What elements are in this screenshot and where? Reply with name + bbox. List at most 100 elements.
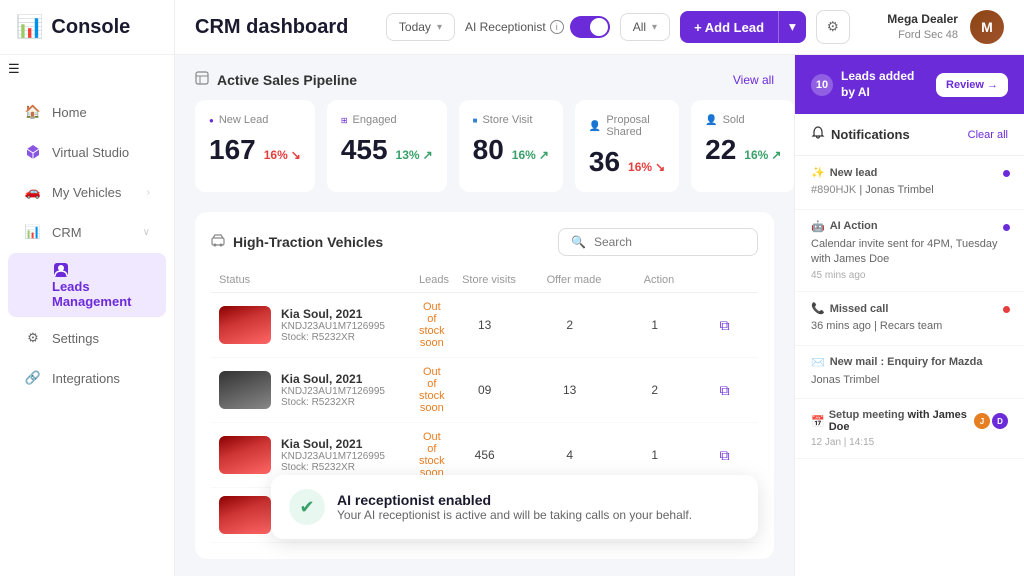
external-link-icon[interactable]: ⧉ [720, 447, 730, 463]
vehicles-section: High-Traction Vehicles 🔍 Status Leads St… [195, 212, 774, 559]
settings-icon: ⚙ [24, 329, 42, 347]
main-content: CRM dashboard Today ▾ AI Receptionist i [175, 0, 1024, 576]
pipeline-card-store-visit: ■ Store Visit 80 16% ↗ [459, 100, 563, 192]
virtual-studio-icon [24, 143, 42, 161]
sidebar-item-settings[interactable]: ⚙ Settings [8, 319, 166, 357]
gear-icon: ⚙ [827, 19, 839, 35]
sold-change: 16% ↗ [744, 148, 781, 162]
vehicle-vin: KNDJ23AU1M7126995 [281, 386, 385, 397]
store-visits-count: 4 [525, 448, 615, 462]
header-controls: Today ▾ AI Receptionist i All ▾ [386, 10, 850, 44]
ai-icon: 🤖 [811, 220, 825, 233]
arrow-up-icon: ↗ [423, 148, 433, 162]
vehicles-header: High-Traction Vehicles 🔍 [211, 228, 758, 256]
today-filter-button[interactable]: Today ▾ [386, 13, 455, 41]
settings-button[interactable]: ⚙ [816, 10, 850, 44]
all-label: All [633, 20, 646, 34]
page-title: CRM dashboard [195, 16, 348, 39]
vehicle-info: Kia Soul, 2021 KNDJ23AU1M7126995 Stock: … [219, 371, 419, 409]
out-of-stock-badge: Out of stock soon [419, 366, 445, 414]
add-lead-dropdown-button[interactable]: ▾ [778, 11, 806, 43]
sidebar-item-label: My Vehicles [52, 185, 121, 200]
integrations-icon: 🔗 [24, 369, 42, 387]
vehicle-details: Kia Soul, 2021 KNDJ23AU1M7126995 Stock: … [281, 437, 385, 473]
engaged-value: 455 13% ↗ [341, 134, 433, 166]
sidebar-item-leads-management[interactable]: Leads Management [8, 253, 166, 317]
vehicle-icon [211, 234, 225, 251]
sidebar-item-my-vehicles[interactable]: 🚗 My Vehicles › [8, 173, 166, 211]
notification-item-missed-call: 📞 Missed call 36 mins ago | Recars team [795, 292, 1024, 345]
vehicles-title: High-Traction Vehicles [211, 234, 383, 251]
vehicle-status: Out of stock soon [419, 366, 445, 414]
sidebar-item-virtual-studio[interactable]: Virtual Studio [8, 133, 166, 171]
notification-type: ✉️ New mail : Enquiry for Mazda [811, 356, 1008, 369]
today-label: Today [399, 20, 431, 34]
leads-added-banner: 10 Leads added by AI Review → [795, 55, 1024, 114]
add-lead-button[interactable]: + Add Lead [680, 11, 778, 43]
leads-added-label: Leads added by AI [841, 69, 928, 100]
view-all-link[interactable]: View all [733, 73, 774, 87]
vehicle-stock: Stock: R5232XR [281, 397, 385, 408]
external-link-icon[interactable]: ⧉ [720, 317, 730, 333]
action-cell[interactable]: ⧉ [695, 317, 755, 334]
sidebar-item-home[interactable]: 🏠 Home [8, 93, 166, 131]
vehicle-details: Kia Soul, 2021 KNDJ23AU1M7126995 Stock: … [281, 372, 385, 408]
vehicle-stock: Stock: R5232XR [281, 332, 385, 343]
sidebar-item-label: Settings [52, 331, 99, 346]
checkmark-icon: ✔ [289, 489, 325, 525]
sidebar: 📊 Console ☰ 🏠 Home Virtual Studio [0, 0, 175, 576]
chevron-down-icon: ∨ [143, 227, 150, 238]
vehicle-name: Kia Soul, 2021 [281, 372, 385, 386]
table-row: Kia Soul, 2021 KNDJ23AU1M7126995 Stock: … [211, 293, 758, 358]
hamburger-button[interactable]: ☰ [0, 55, 174, 83]
search-input[interactable] [594, 235, 745, 249]
arrow-down-icon: ↘ [655, 160, 665, 174]
pipeline-card-proposal: 👤 Proposal Shared 36 16% ↘ [575, 100, 679, 192]
engaged-change: 13% ↗ [396, 148, 433, 162]
sidebar-item-integrations[interactable]: 🔗 Integrations [8, 359, 166, 397]
sidebar-item-label: Leads Management [52, 279, 131, 309]
arrow-up-icon: ↗ [539, 148, 549, 162]
proposal-dot-icon: 👤 [589, 121, 601, 132]
pipeline-title: Active Sales Pipeline [195, 71, 357, 88]
logo-area: 📊 Console [0, 0, 174, 55]
external-link-icon[interactable]: ⧉ [720, 382, 730, 398]
store-visit-dot-icon: ■ [473, 116, 478, 125]
vehicle-thumbnail [219, 496, 271, 534]
clear-all-button[interactable]: Clear all [968, 129, 1008, 141]
action-cell[interactable]: ⧉ [695, 382, 755, 399]
sold-dot-icon: 👤 [705, 115, 717, 126]
leads-count-badge: 10 [811, 74, 833, 96]
action-cell[interactable]: ⧉ [695, 447, 755, 464]
unread-dot-red [1003, 306, 1010, 313]
user-avatar[interactable]: M [970, 10, 1004, 44]
all-filter-button[interactable]: All ▾ [620, 13, 670, 41]
leads-count: 456 [445, 448, 525, 462]
toast-title: AI receptionist enabled [337, 492, 692, 508]
notification-text: #890HJK | Jonas Trimbel [811, 183, 1008, 198]
home-icon: 🏠 [24, 103, 42, 121]
notification-text: Calendar invite sent for 4PM, Tuesday wi… [811, 237, 1008, 268]
notification-time: 12 Jan | 14:15 [811, 437, 1008, 448]
col-store-visits: Store visits [449, 274, 529, 286]
review-button[interactable]: Review → [936, 73, 1008, 97]
pipeline-icon [195, 71, 209, 88]
vehicle-name: Kia Soul, 2021 [281, 307, 385, 321]
pipeline-card-engaged: ⊞ Engaged 455 13% ↗ [327, 100, 447, 192]
offer-made-count: 1 [615, 318, 695, 332]
store-visit-change: 16% ↗ [512, 148, 549, 162]
toast-body: Your AI receptionist is active and will … [337, 508, 692, 522]
vehicle-thumbnail [219, 436, 271, 474]
store-visit-value: 80 16% ↗ [473, 134, 549, 166]
out-of-stock-badge: Out of stock soon [419, 301, 445, 349]
chevron-down-icon: ▾ [652, 22, 657, 33]
sidebar-item-crm[interactable]: 📊 CRM ∨ [8, 213, 166, 251]
search-box: 🔍 [558, 228, 758, 256]
arrow-up-icon: ↗ [771, 148, 781, 162]
calendar-icon: 📅 [811, 415, 825, 428]
search-icon: 🔍 [571, 235, 586, 249]
out-of-stock-badge: Out of stock soon [419, 431, 445, 479]
crm-icon: 📊 [24, 223, 42, 241]
ai-toggle[interactable] [570, 16, 610, 38]
dealer-name: Mega Dealer [887, 12, 958, 28]
